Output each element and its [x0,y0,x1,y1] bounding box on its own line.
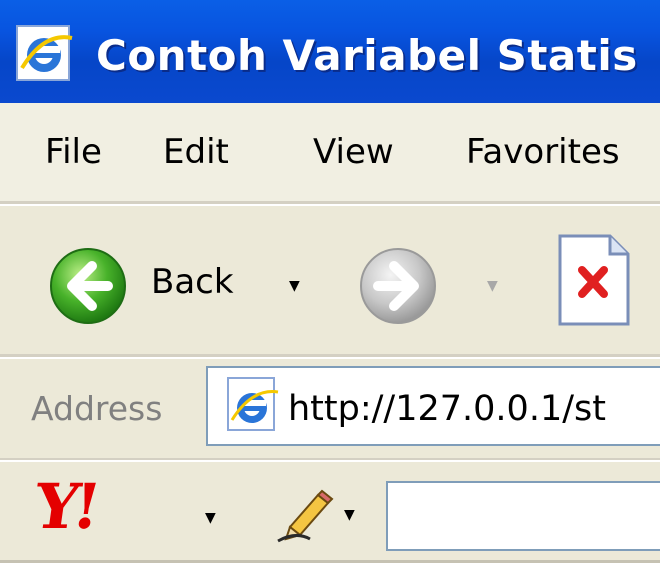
yahoo-dropdown-arrow-icon[interactable]: ▼ [205,510,216,526]
ie-page-icon [227,377,279,431]
pencil-icon[interactable] [276,487,338,543]
address-input[interactable]: http://127.0.0.1/st [206,366,660,446]
back-button[interactable]: Back [151,262,234,302]
back-dropdown-arrow-icon[interactable]: ▼ [289,278,300,294]
forward-dropdown-arrow-icon[interactable]: ▼ [487,278,498,294]
forward-arrow-icon[interactable] [358,246,438,326]
yahoo-search-input[interactable] [386,481,660,551]
menu-edit[interactable]: Edit [163,132,229,172]
stop-icon[interactable] [556,232,632,328]
back-arrow-icon[interactable] [48,246,128,326]
cropped-edge [660,0,671,563]
address-label: Address [31,389,163,428]
ie-icon [16,25,73,81]
menu-favorites[interactable]: Favorites [466,132,620,172]
address-url[interactable]: http://127.0.0.1/st [288,389,606,429]
menu-view[interactable]: View [313,132,394,172]
yahoo-logo[interactable]: Y! [30,470,100,543]
pencil-dropdown-arrow-icon[interactable]: ▼ [344,507,355,523]
browser-window: Contoh Variabel Statis File Edit View Fa… [0,0,660,563]
menu-file[interactable]: File [45,132,102,172]
window-title: Contoh Variabel Statis [96,31,638,80]
